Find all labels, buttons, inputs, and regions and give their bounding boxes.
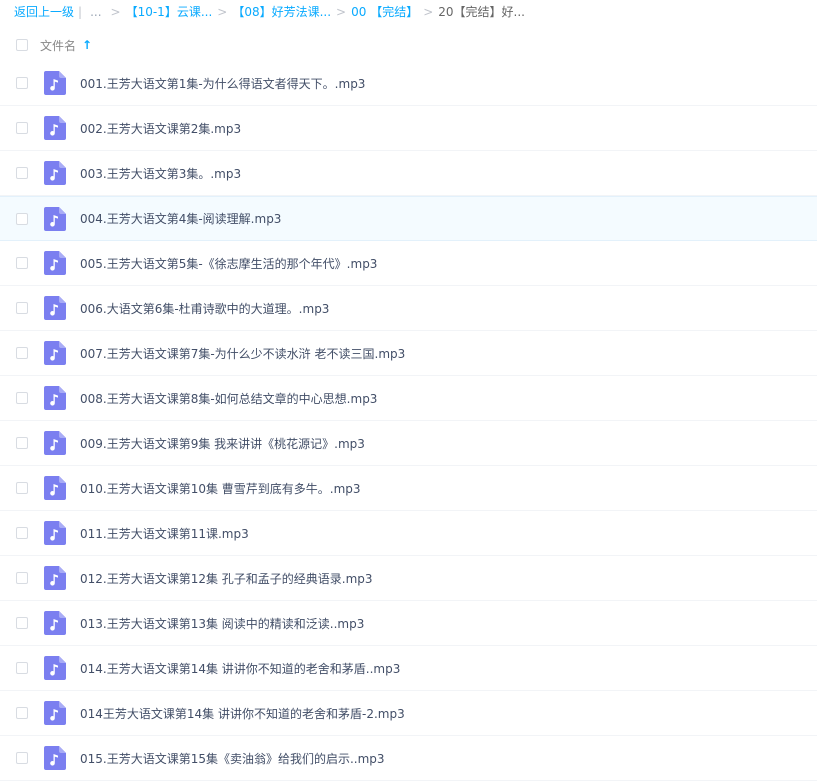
file-name[interactable]: 010.王芳大语文课第10集 曹雪芹到底有多牛。.mp3 xyxy=(80,480,361,497)
breadcrumb-item-3[interactable]: 00 【完结】 xyxy=(351,0,418,24)
file-row[interactable]: 009.王芳大语文课第9集 我来讲讲《桃花源记》.mp3 xyxy=(0,421,817,466)
file-list: 001.王芳大语文第1集-为什么得语文者得天下。.mp3 002.王芳大语文课第2… xyxy=(0,61,817,781)
select-all-checkbox[interactable] xyxy=(16,39,28,51)
music-file-icon xyxy=(44,161,66,185)
row-checkbox[interactable] xyxy=(16,302,28,314)
row-checkbox[interactable] xyxy=(16,212,28,225)
arrow-up-icon[interactable]: ↑ xyxy=(82,39,92,51)
breadcrumb-separator: > xyxy=(336,5,347,19)
back-link[interactable]: 返回上一级 xyxy=(14,0,74,24)
music-file-icon xyxy=(44,656,66,680)
row-checkbox[interactable] xyxy=(16,437,28,449)
file-row[interactable]: 008.王芳大语文课第8集-如何总结文章的中心思想.mp3 xyxy=(0,376,817,421)
row-checkbox[interactable] xyxy=(16,527,28,539)
file-name[interactable]: 003.王芳大语文第3集。.mp3 xyxy=(80,165,241,182)
file-name[interactable]: 012.王芳大语文课第12集 孔子和孟子的经典语录.mp3 xyxy=(80,570,373,587)
music-file-icon xyxy=(44,296,66,320)
row-checkbox[interactable] xyxy=(16,662,28,674)
breadcrumb-separator: > xyxy=(110,5,121,19)
file-row[interactable]: 012.王芳大语文课第12集 孔子和孟子的经典语录.mp3 xyxy=(0,556,817,601)
file-row[interactable]: 011.王芳大语文课第11课.mp3 xyxy=(0,511,817,556)
file-row[interactable]: 006.大语文第6集-杜甫诗歌中的大道理。.mp3 xyxy=(0,286,817,331)
file-row[interactable]: 007.王芳大语文课第7集-为什么少不读水浒 老不读三国.mp3 xyxy=(0,331,817,376)
music-file-icon xyxy=(44,566,66,590)
row-checkbox[interactable] xyxy=(16,257,28,269)
file-name[interactable]: 013.王芳大语文课第13集 阅读中的精读和泛读..mp3 xyxy=(80,615,364,632)
file-name[interactable]: 009.王芳大语文课第9集 我来讲讲《桃花源记》.mp3 xyxy=(80,435,365,452)
row-checkbox[interactable] xyxy=(16,122,28,134)
file-name[interactable]: 008.王芳大语文课第8集-如何总结文章的中心思想.mp3 xyxy=(80,390,377,407)
file-name[interactable]: 011.王芳大语文课第11课.mp3 xyxy=(80,525,249,542)
music-file-icon xyxy=(44,701,66,725)
music-file-icon xyxy=(44,341,66,365)
file-row[interactable]: 014.王芳大语文课第14集 讲讲你不知道的老舍和茅盾..mp3 xyxy=(0,646,817,691)
music-file-icon xyxy=(44,71,66,95)
file-row[interactable]: 005.王芳大语文第5集-《徐志摩生活的那个年代》.mp3 xyxy=(0,241,817,286)
row-checkbox[interactable] xyxy=(16,77,28,89)
file-row[interactable]: 001.王芳大语文第1集-为什么得语文者得天下。.mp3 xyxy=(0,61,817,106)
file-row[interactable]: 004.王芳大语文第4集-阅读理解.mp3 xyxy=(0,196,817,241)
file-name[interactable]: 006.大语文第6集-杜甫诗歌中的大道理。.mp3 xyxy=(80,300,329,317)
music-file-icon xyxy=(44,476,66,500)
column-filename[interactable]: 文件名 xyxy=(40,37,76,54)
breadcrumb-separator: > xyxy=(217,5,228,19)
file-name[interactable]: 001.王芳大语文第1集-为什么得语文者得天下。.mp3 xyxy=(80,75,365,92)
file-row[interactable]: 014王芳大语文课第14集 讲讲你不知道的老舍和茅盾-2.mp3 xyxy=(0,691,817,736)
music-file-icon xyxy=(44,206,66,231)
breadcrumb-current: 20【完结】好... xyxy=(438,5,525,19)
music-file-icon xyxy=(44,431,66,455)
file-name[interactable]: 007.王芳大语文课第7集-为什么少不读水浒 老不读三国.mp3 xyxy=(80,345,405,362)
row-checkbox[interactable] xyxy=(16,482,28,494)
breadcrumb-ellipsis[interactable]: ... xyxy=(90,0,101,24)
breadcrumb-item-2[interactable]: 【08】好芳法课... xyxy=(232,0,331,24)
music-file-icon xyxy=(44,611,66,635)
music-file-icon xyxy=(44,746,66,770)
file-name[interactable]: 014王芳大语文课第14集 讲讲你不知道的老舍和茅盾-2.mp3 xyxy=(80,705,405,722)
breadcrumb-separator: > xyxy=(423,5,434,19)
file-name[interactable]: 005.王芳大语文第5集-《徐志摩生活的那个年代》.mp3 xyxy=(80,255,377,272)
file-row[interactable]: 003.王芳大语文第3集。.mp3 xyxy=(0,151,817,196)
file-name[interactable]: 015.王芳大语文课第15集《卖油翁》给我们的启示..mp3 xyxy=(80,750,385,767)
file-row[interactable]: 010.王芳大语文课第10集 曹雪芹到底有多牛。.mp3 xyxy=(0,466,817,511)
row-checkbox[interactable] xyxy=(16,167,28,179)
music-file-icon xyxy=(44,521,66,545)
breadcrumb: 返回上一级 | ... > 【10-1】云课... > 【08】好芳法课... … xyxy=(14,0,525,24)
row-checkbox[interactable] xyxy=(16,392,28,404)
music-file-icon xyxy=(44,386,66,410)
row-checkbox[interactable] xyxy=(16,752,28,764)
file-name[interactable]: 004.王芳大语文第4集-阅读理解.mp3 xyxy=(80,210,281,227)
row-checkbox[interactable] xyxy=(16,347,28,359)
music-file-icon xyxy=(44,251,66,275)
row-checkbox[interactable] xyxy=(16,617,28,629)
file-name[interactable]: 002.王芳大语文课第2集.mp3 xyxy=(80,120,241,137)
breadcrumb-divider: | xyxy=(78,5,83,19)
breadcrumb-item-1[interactable]: 【10-1】云课... xyxy=(126,0,213,24)
list-header: 文件名 ↑ xyxy=(0,30,817,60)
file-row[interactable]: 013.王芳大语文课第13集 阅读中的精读和泛读..mp3 xyxy=(0,601,817,646)
file-name[interactable]: 014.王芳大语文课第14集 讲讲你不知道的老舍和茅盾..mp3 xyxy=(80,660,400,677)
row-checkbox[interactable] xyxy=(16,572,28,584)
music-file-icon xyxy=(44,116,66,140)
file-row[interactable]: 015.王芳大语文课第15集《卖油翁》给我们的启示..mp3 xyxy=(0,736,817,781)
file-row[interactable]: 002.王芳大语文课第2集.mp3 xyxy=(0,106,817,151)
row-checkbox[interactable] xyxy=(16,707,28,719)
